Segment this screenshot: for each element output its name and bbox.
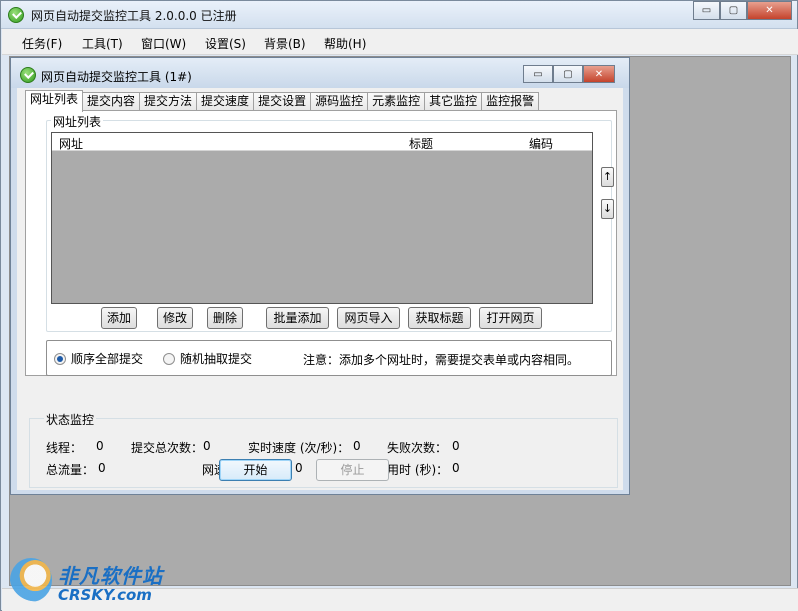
app-check-icon [8,7,24,23]
task-minimize-button[interactable]: ▭ [523,65,553,83]
task-check-icon [20,67,36,83]
maximize-button[interactable]: ▢ [720,1,747,20]
url-list-panel: 网址列表 网址 标题 编码 ↑ ↓ 添加 修改 删除 批量添加 网页导入 获取标… [25,110,617,376]
menu-window[interactable]: 窗口(W) [141,35,186,52]
failures-label: 失败次数： [387,441,448,455]
status-monitor-title: 状态监控 [44,411,97,428]
tab-other-monitor[interactable]: 其它监控 [424,92,483,111]
move-down-button[interactable]: ↓ [601,199,614,219]
task-window-controls: ▭ ▢ ✕ [523,65,615,83]
total-submits-label: 提交总次数： [131,441,204,455]
radio-sequential-label: 顺序全部提交 [71,352,144,366]
column-url[interactable]: 网址 [59,135,83,152]
menu-task[interactable]: 任务(F) [22,35,62,52]
tab-submit-content[interactable]: 提交内容 [82,92,141,111]
realtime-speed-label: 实时速度 (次/秒)： [248,441,350,455]
import-page-button[interactable]: 网页导入 [337,307,400,329]
menu-background[interactable]: 背景(B) [264,35,306,52]
open-page-button[interactable]: 打开网页 [479,307,542,329]
tab-element-monitor[interactable]: 元素监控 [367,92,426,111]
close-button[interactable]: ✕ [747,1,792,20]
task-window-body: 网址列表 提交内容 提交方法 提交速度 提交设置 源码监控 元素监控 其它监控 … [17,88,623,490]
tab-url-list[interactable]: 网址列表 [25,90,84,112]
window-controls: ▭ ▢ ✕ [693,1,792,20]
radio-random-label: 随机抽取提交 [180,352,253,366]
menu-help[interactable]: 帮助(H) [324,35,366,52]
url-list-group: 网址列表 网址 标题 编码 ↑ ↓ 添加 修改 删除 批量添加 网页导入 获取标… [46,113,614,332]
menu-bar: 任务(F) 工具(T) 窗口(W) 设置(S) 背景(B) 帮助(H) [2,29,798,55]
tab-submit-speed[interactable]: 提交速度 [196,92,255,111]
realtime-speed-value: 0 [353,439,361,453]
threads-value: 0 [96,439,104,453]
tab-monitor-alarm[interactable]: 监控报警 [481,92,540,111]
url-list-table[interactable]: 网址 标题 编码 [51,132,593,304]
tab-submit-settings[interactable]: 提交设置 [253,92,312,111]
watermark-line1: 非凡软件站 [58,564,163,588]
watermark-line2: CRSKY.com [58,586,152,604]
tab-submit-method[interactable]: 提交方法 [139,92,198,111]
net-speed-value: 0 [295,461,303,475]
column-title[interactable]: 标题 [409,135,433,152]
task-close-button[interactable]: ✕ [583,65,615,83]
window-title: 网页自动提交监控工具 2.0.0.0 已注册 [31,9,237,23]
total-traffic-label: 总流量： [46,463,95,477]
threads-label: 线程： [46,441,83,455]
submit-mode-group: 顺序全部提交 随机抽取提交 注意：添加多个网址时，需要提交表单或内容相同。 [46,340,612,376]
total-traffic-value: 0 [98,461,106,475]
total-submits-value: 0 [203,439,211,453]
radio-random-indicator [163,352,175,365]
minimize-button[interactable]: ▭ [693,1,720,20]
url-list-header: 网址 标题 编码 [52,133,592,151]
task-window: 网页自动提交监控工具 (1#) ▭ ▢ ✕ 网址列表 提交内容 提交方法 提交速… [10,57,630,495]
title-bar: 网页自动提交监控工具 2.0.0.0 已注册 ▭ ▢ ✕ [1,1,797,29]
radio-sequential-indicator [54,352,66,365]
crsky-logo-icon [10,558,52,602]
task-window-title: 网页自动提交监控工具 (1#) [41,70,192,84]
task-maximize-button[interactable]: ▢ [553,65,583,83]
elapsed-value: 0 [452,461,460,475]
menu-tools[interactable]: 工具(T) [82,35,123,52]
column-encoding[interactable]: 编码 [529,135,553,152]
submit-note: 注意：添加多个网址时，需要提交表单或内容相同。 [303,353,580,367]
tab-source-monitor[interactable]: 源码监控 [310,92,369,111]
start-button[interactable]: 开始 [219,459,292,481]
url-list-group-title: 网址列表 [51,113,104,130]
watermark: 非凡软件站 CRSKY.com [10,556,170,608]
edit-button[interactable]: 修改 [157,307,193,329]
fetch-title-button[interactable]: 获取标题 [408,307,471,329]
elapsed-label: 用时 (秒)： [387,463,449,477]
failures-value: 0 [452,439,460,453]
task-window-title-bar: 网页自动提交监控工具 (1#) ▭ ▢ ✕ [11,58,629,88]
radio-random[interactable]: 随机抽取提交 [163,350,252,367]
radio-sequential[interactable]: 顺序全部提交 [54,350,143,367]
menu-settings[interactable]: 设置(S) [205,35,246,52]
add-button[interactable]: 添加 [101,307,137,329]
move-up-button[interactable]: ↑ [601,167,614,187]
tab-strip: 网址列表 提交内容 提交方法 提交速度 提交设置 源码监控 元素监控 其它监控 … [25,90,540,112]
batch-add-button[interactable]: 批量添加 [266,307,329,329]
delete-button[interactable]: 删除 [207,307,243,329]
stop-button[interactable]: 停止 [316,459,389,481]
